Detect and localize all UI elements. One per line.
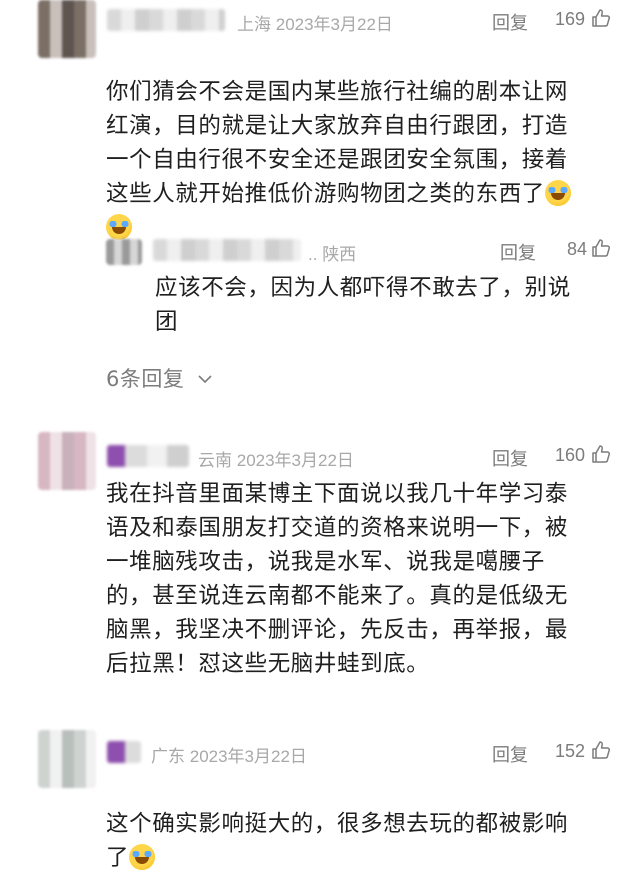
date: 2023年3月22日 [189,747,307,766]
username-blurred[interactable] [107,9,225,31]
comment-text: 你们猜会不会是国内某些旅行社编的剧本让网 红演，目的就是让大家放弃自由行跟团，打… [106,41,616,245]
location: 云南 [198,451,232,470]
avatar[interactable] [38,0,96,58]
avatar[interactable] [106,239,142,265]
like-count: 160 [554,445,585,465]
laugh-cry-emoji [544,180,571,206]
like-count: 84 [566,239,587,259]
comment-meta: 云南 2023年3月22日 [198,446,354,471]
laugh-cry-emoji [106,214,132,240]
thumbs-up-icon[interactable] [591,238,611,258]
reply-button[interactable]: 回复 [492,741,528,767]
thumbs-up-icon[interactable] [591,8,611,28]
thumbs-up-icon[interactable] [591,740,611,760]
reply-text: 应该不会，因为人都吓得不敢去了，别说 团 [155,275,571,335]
comment-text-body: 这个确实影响挺大的，很多想去玩的都被影响 了 [106,811,569,871]
reply-button[interactable]: 回复 [500,239,536,265]
like-count: 152 [554,741,585,761]
username-blurred[interactable] [107,741,141,763]
name-suffix: .. [308,245,318,264]
comment-text-body: 你们猜会不会是国内某些旅行社编的剧本让网 红演，目的就是让大家放弃自由行跟团，打… [106,79,569,207]
expand-replies-button[interactable]: 6条回复 [106,363,212,393]
expand-replies-label: 6条回复 [106,367,185,391]
comment-meta: 上海 2023年3月22日 [237,10,393,35]
reply-meta: .. 陕西 [308,240,356,265]
username-blurred[interactable] [153,239,301,261]
reply-button[interactable]: 回复 [492,9,528,35]
location: 上海 [237,15,271,34]
laugh-cry-emoji [129,844,156,870]
avatar[interactable] [38,730,96,788]
username-blurred[interactable] [107,445,189,467]
location: 陕西 [322,245,357,264]
like-count: 169 [554,9,585,29]
comment-meta: 广东 2023年3月22日 [151,742,307,767]
comment-text: 我在抖音里面某博主下面说以我几十年学习泰 语及和泰国朋友打交道的资格来说明一下，… [106,481,569,677]
location: 广东 [151,747,185,766]
comment-text: 这个确实影响挺大的，很多想去玩的都被影响 了 [106,773,616,875]
date: 2023年3月22日 [236,451,354,470]
date: 2023年3月22日 [275,15,393,34]
thumbs-up-icon[interactable] [591,444,611,464]
chevron-down-icon [197,365,212,389]
avatar[interactable] [38,432,96,490]
reply-button[interactable]: 回复 [492,445,528,471]
